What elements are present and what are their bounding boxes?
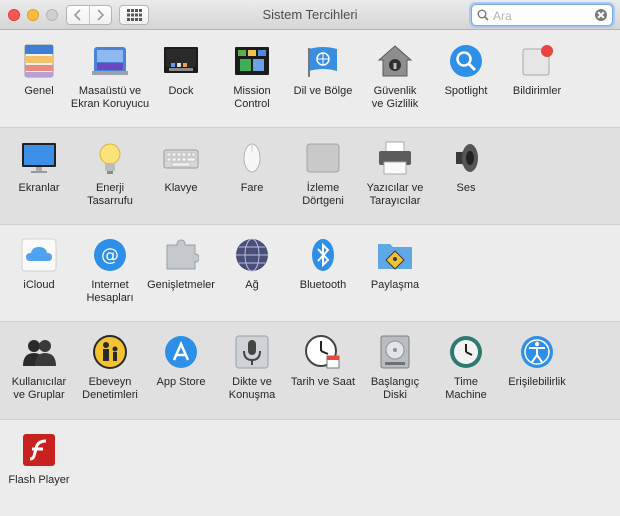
- keyboard-icon: [163, 140, 199, 176]
- icloud-icon: [21, 237, 57, 273]
- users-icon: [21, 334, 57, 370]
- speaker-icon: [448, 140, 484, 176]
- svg-text:@: @: [101, 245, 119, 266]
- mission-control-icon: [234, 43, 270, 79]
- title-bar: Sistem Tercihleri Ara: [0, 0, 620, 30]
- display-icon: [21, 140, 57, 176]
- at-icon: @: [92, 237, 128, 273]
- section-hardware: Ekranlar Enerji Tasarrufu Klavye Fare İzl…: [0, 128, 620, 225]
- bulb-icon: [92, 140, 128, 176]
- pane-label: Flash Player: [8, 474, 70, 486]
- house-icon: [377, 43, 413, 79]
- puzzle-icon: [163, 237, 200, 273]
- pane-label: Bildirimler: [512, 85, 562, 97]
- microphone-icon: [234, 334, 270, 370]
- pane-label: Erişilebilirlik: [508, 376, 566, 388]
- desktop-icon: [92, 43, 128, 79]
- section-system: Kullanıcılar ve Gruplar Ebeveyn Denetimler…: [0, 322, 620, 420]
- parental-icon: [92, 334, 128, 370]
- trackpad-icon: [305, 140, 341, 176]
- section-internet: iCloud @ Internet Hesapları Genişletmeler…: [0, 225, 620, 322]
- accessibility-icon: [519, 334, 555, 370]
- search-field[interactable]: Ara: [471, 4, 613, 26]
- pane-flash-player[interactable]: Flash Player: [0, 432, 82, 487]
- disk-icon: [377, 334, 413, 370]
- mouse-icon: [234, 140, 270, 176]
- search-icon: [477, 9, 489, 21]
- notifications-icon: [519, 43, 555, 79]
- section-personal: Genel Masaüstü ve Ekran Koruyucu Dock Mis…: [0, 31, 620, 128]
- pane-label: Ses: [456, 182, 476, 194]
- pane-accessibility[interactable]: Erişilebilirlik: [494, 334, 580, 389]
- pane-sound[interactable]: Ses: [423, 140, 509, 195]
- general-icon: [21, 43, 57, 79]
- flag-icon: [305, 43, 341, 79]
- pane-sharing[interactable]: Paylaşma: [352, 237, 438, 292]
- clock-icon: [305, 334, 341, 370]
- globe-icon: [234, 237, 270, 273]
- bluetooth-icon: [305, 237, 341, 273]
- printer-icon: [377, 140, 413, 176]
- pane-label: Paylaşma: [370, 279, 420, 291]
- section-other: Flash Player: [0, 420, 620, 516]
- time-machine-icon: [448, 334, 484, 370]
- search-placeholder: Ara: [493, 9, 512, 23]
- dock-icon: [163, 43, 199, 79]
- appstore-icon: [163, 334, 199, 370]
- pane-notifications[interactable]: Bildirimler: [494, 43, 580, 98]
- clear-search-icon[interactable]: [595, 9, 607, 21]
- flash-icon: [21, 432, 57, 468]
- sharing-folder-icon: [377, 237, 413, 273]
- spotlight-icon: [448, 43, 484, 79]
